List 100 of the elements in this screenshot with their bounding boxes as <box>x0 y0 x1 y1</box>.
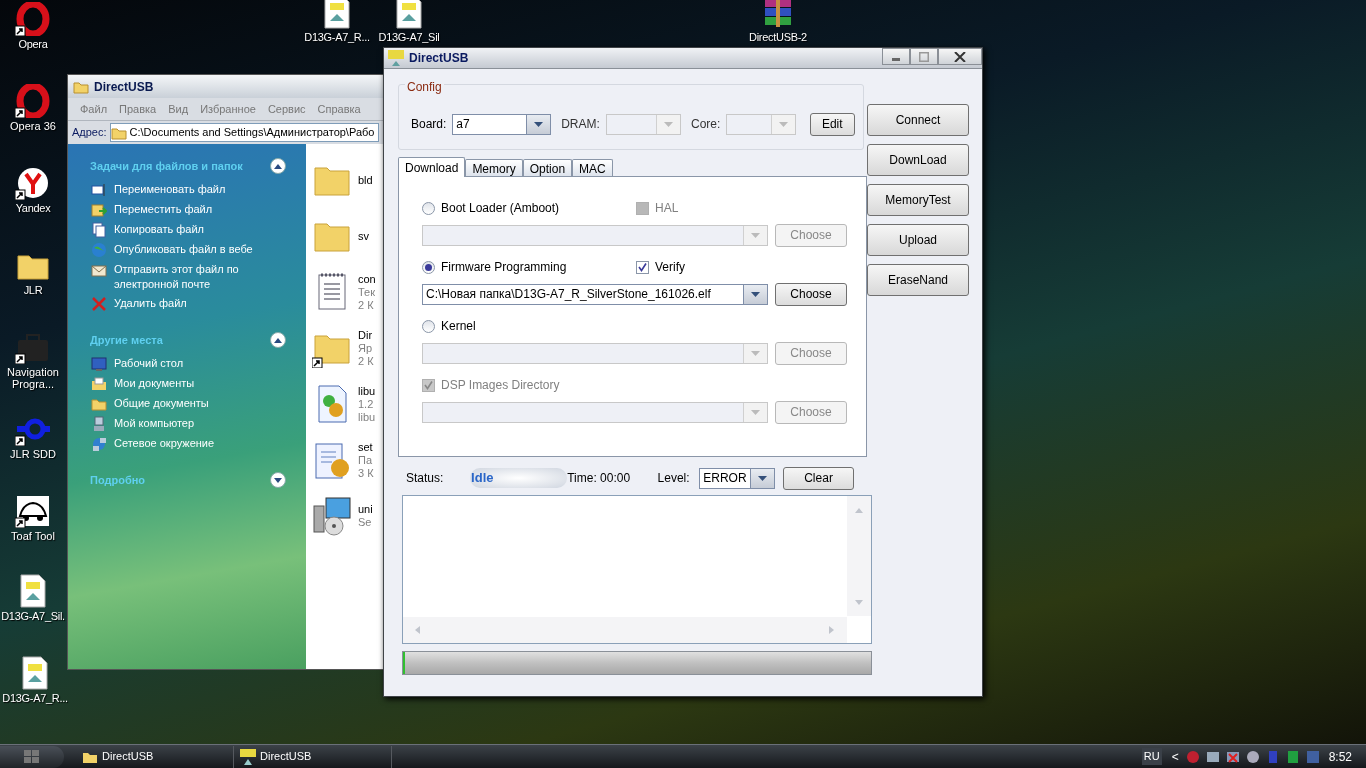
action-button[interactable]: MemoryTest <box>867 184 969 216</box>
rename-icon <box>91 182 107 198</box>
start-button[interactable] <box>0 745 64 768</box>
desktop-icon-label[interactable]: D13G-A7_Sil. <box>1 610 65 622</box>
desktop-icon-label[interactable]: D13G-A7_R... <box>304 31 370 43</box>
caret-icon <box>778 121 788 127</box>
checkbox-label: Verify <box>655 259 685 276</box>
tab[interactable]: Download <box>398 157 466 177</box>
file-name[interactable]: bld <box>358 173 373 187</box>
file-name: 2 К <box>358 298 375 312</box>
file-name: 2 К <box>358 354 374 368</box>
desktop-icon-label[interactable]: JLR SDD <box>10 448 56 460</box>
section-title: Задачи для файлов и папок <box>90 158 243 174</box>
file-name: 3 К <box>358 466 374 480</box>
task-link[interactable]: Мои документы <box>114 376 195 391</box>
action-button[interactable]: Connect <box>867 104 969 136</box>
address-field[interactable]: C:\Documents and Settings\Администратор\Рабо <box>109 123 379 142</box>
section-title: Другие места <box>90 332 163 348</box>
task-link[interactable]: Копировать файл <box>114 222 204 237</box>
section-toggle[interactable] <box>270 472 286 488</box>
action-button[interactable]: Upload <box>867 224 969 256</box>
close-button[interactable] <box>938 48 982 65</box>
group-title: Config <box>405 81 444 93</box>
caret-icon <box>758 475 768 481</box>
desktop-icon-label[interactable]: D13G-A7_Sil <box>378 31 440 43</box>
app-icon <box>240 748 256 765</box>
option-label: DSP Images Directory <box>441 377 561 394</box>
task-link[interactable]: Удалить файл <box>114 296 187 311</box>
car-icon[interactable] <box>15 494 51 528</box>
tab[interactable]: Memory <box>465 159 523 176</box>
edit-button[interactable]: Edit <box>809 112 855 136</box>
desktop-icon-label[interactable]: DirectUSB-2 <box>749 31 807 43</box>
desktop-icon-label[interactable]: Toaf Tool <box>11 530 55 542</box>
yandex-icon[interactable] <box>15 166 51 200</box>
path-dropdown[interactable]: C:\Новая папка\D13G-A7_R_SilverStone_161026.elf <box>422 283 768 305</box>
show-hidden-icons-button[interactable]: < <box>1171 747 1179 766</box>
level-dropdown[interactable]: ERROR <box>699 467 776 489</box>
radio-button[interactable] <box>422 319 435 333</box>
desktop-icon-label[interactable]: Yandex <box>15 202 51 214</box>
chevron-up-icon <box>274 337 282 343</box>
file-name: Тек <box>358 285 376 299</box>
caret-icon <box>534 121 544 127</box>
minimize-button[interactable] <box>882 48 910 65</box>
desktop-icon-label[interactable]: Opera 36 <box>10 120 56 132</box>
action-button[interactable]: EraseNand <box>867 264 969 296</box>
installer-icon[interactable] <box>312 496 352 536</box>
taskbar-button[interactable]: DirectUSB <box>234 745 392 768</box>
file-name: 1.2 <box>358 397 375 411</box>
checkbox[interactable] <box>422 378 435 392</box>
option-label: Boot Loader (Amboot) <box>441 200 561 217</box>
opera-icon[interactable] <box>15 2 51 36</box>
file-name[interactable]: con <box>358 272 376 286</box>
task-link[interactable]: Отправить этот файл по электронной почте <box>114 262 286 292</box>
section-toggle[interactable] <box>270 158 286 174</box>
maximize-icon <box>919 51 929 62</box>
maximize-button[interactable] <box>910 48 938 65</box>
close-icon <box>954 51 966 62</box>
file-name[interactable]: Dir <box>358 328 374 342</box>
caret-icon <box>751 232 760 238</box>
windows-logo-icon <box>24 749 40 764</box>
task-link[interactable]: Опубликовать файл в вебе <box>114 242 253 257</box>
caret-icon <box>664 121 673 127</box>
publish-icon <box>91 242 107 258</box>
time-label: Time: 00:00 <box>567 470 632 487</box>
opera-icon[interactable] <box>15 84 51 118</box>
level-label: Level: <box>657 470 691 487</box>
file-name[interactable]: sv <box>358 229 369 243</box>
desktop-icon-label[interactable]: Navigation Progra... <box>0 366 66 390</box>
computer-icon <box>91 416 107 432</box>
radio-button[interactable] <box>422 201 435 215</box>
taskbar-button[interactable]: DirectUSB <box>76 745 234 768</box>
section-title: Подробно <box>90 472 146 488</box>
language-indicator[interactable]: RU <box>1141 748 1162 765</box>
app-icon <box>388 50 404 66</box>
move-icon <box>91 202 107 218</box>
disc-icon[interactable] <box>1244 748 1261 765</box>
task-link[interactable]: Общие документы <box>114 396 209 411</box>
section-toggle[interactable] <box>270 332 286 348</box>
radio-button[interactable] <box>422 260 435 274</box>
clock: 8:52 <box>1328 748 1352 766</box>
dropdown[interactable]: a7 <box>452 113 552 135</box>
desktop-icon-label[interactable]: D13G-A7_R... <box>2 692 68 704</box>
desktop-icon-label[interactable]: JLR <box>23 284 43 296</box>
tab[interactable]: Option <box>522 159 573 176</box>
desktop-icon-label[interactable]: Opera <box>18 38 48 50</box>
file-name: libu <box>358 410 376 424</box>
clear-button[interactable]: Clear <box>783 466 854 490</box>
address-label: Адрес: <box>72 125 107 141</box>
file-name[interactable]: uni <box>358 503 373 516</box>
chevron-down-icon <box>274 477 282 483</box>
task-link[interactable]: Переместить файл <box>114 202 213 217</box>
file-name[interactable]: set <box>358 440 374 454</box>
checkbox[interactable] <box>636 201 649 215</box>
task-link[interactable]: Переименовать файл <box>114 182 226 197</box>
action-button[interactable]: DownLoad <box>867 144 969 176</box>
tab[interactable]: MAC <box>572 159 613 176</box>
task-link[interactable]: Рабочий стол <box>114 356 184 371</box>
checkbox[interactable] <box>636 260 649 274</box>
choose-button[interactable]: Choose <box>775 282 847 306</box>
file-name[interactable]: libu <box>358 384 376 398</box>
